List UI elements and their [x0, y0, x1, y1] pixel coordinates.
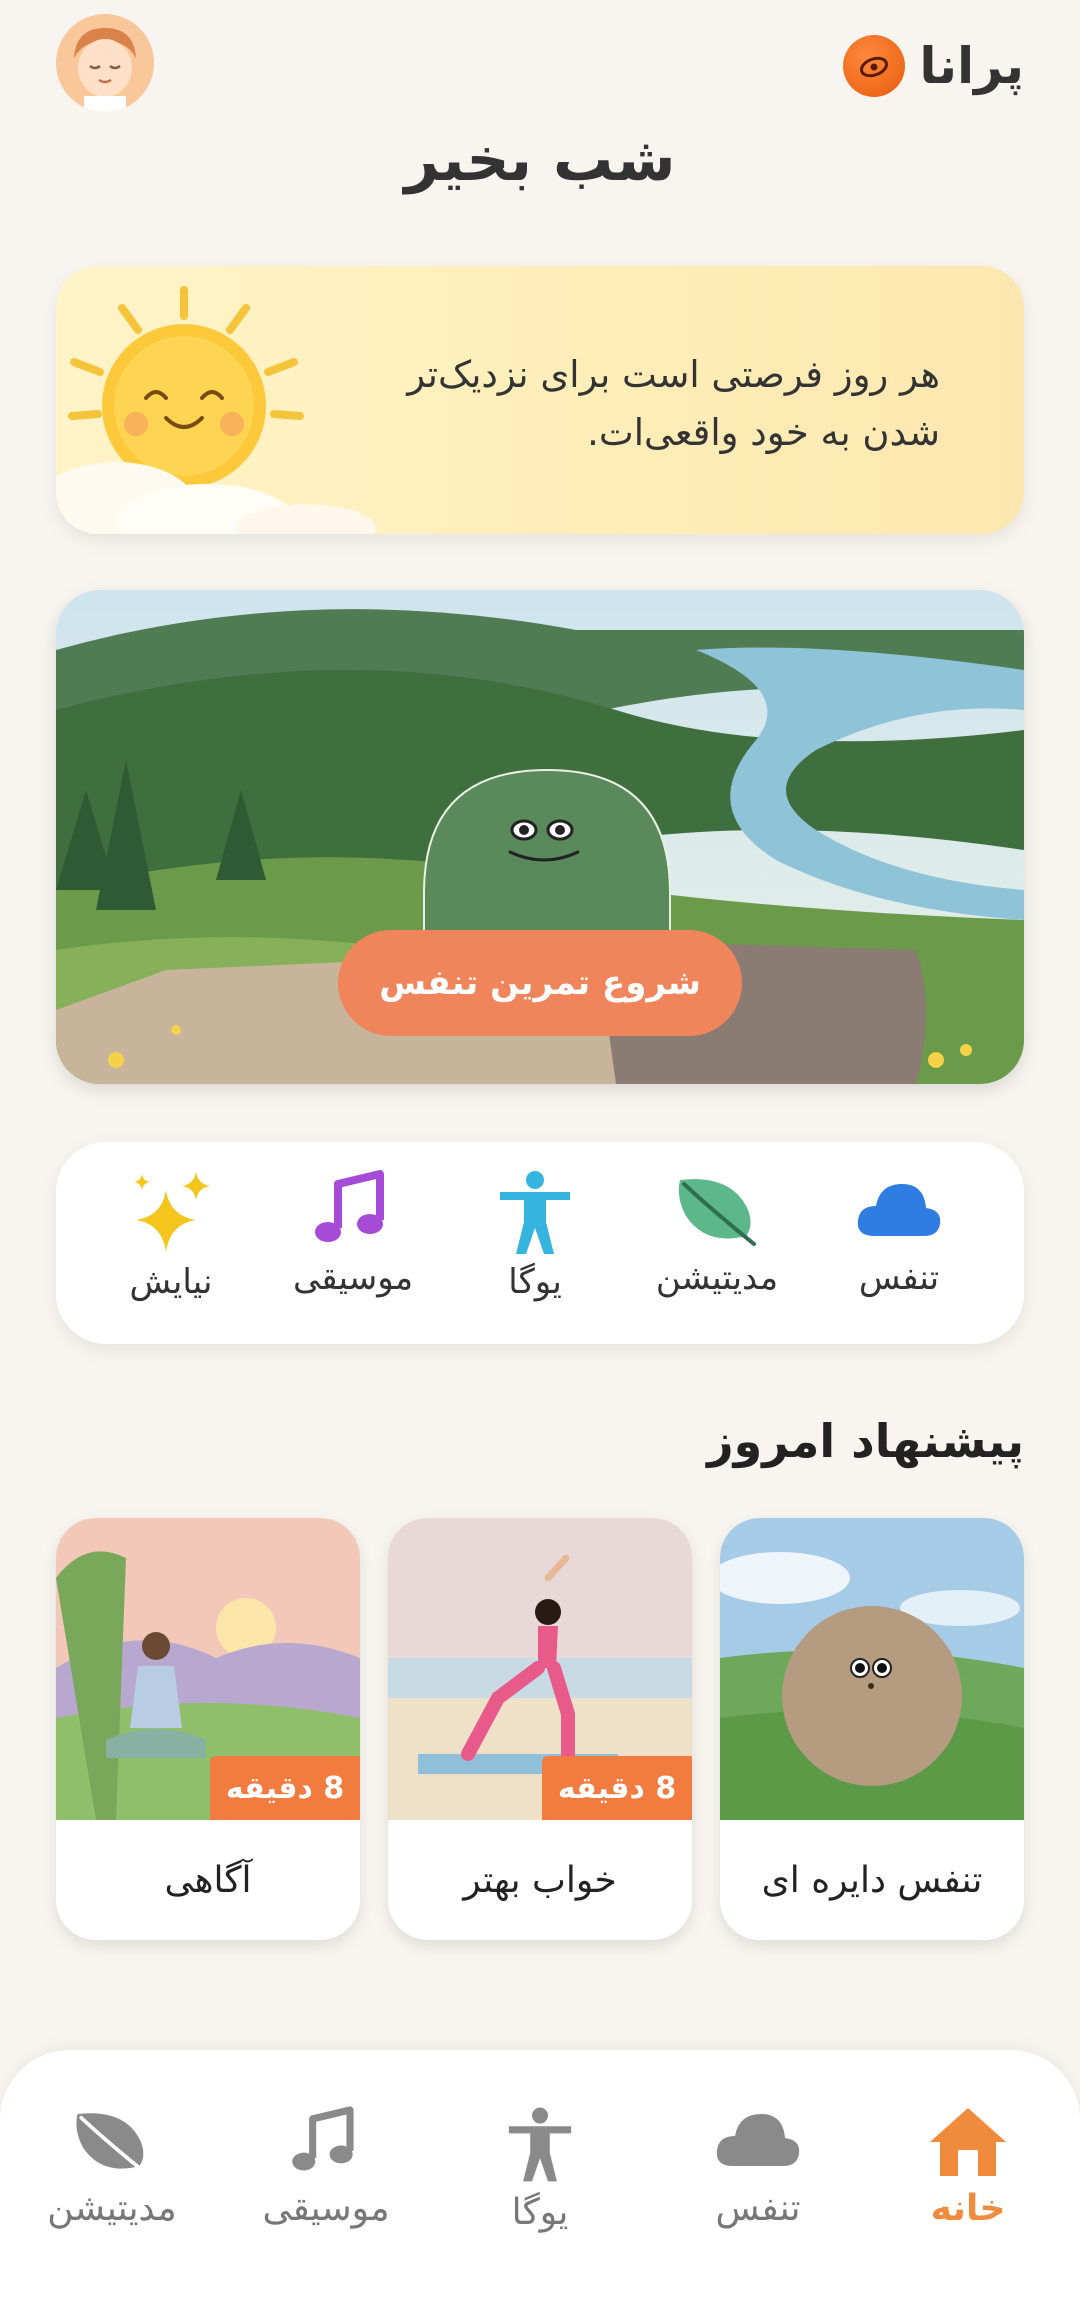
category-label: نیایش [129, 1262, 213, 1302]
nav-yoga[interactable]: یوگا [440, 2104, 640, 2233]
card-title: آگاهی [164, 1859, 252, 1901]
category-music[interactable]: موسیقی [268, 1170, 438, 1298]
category-yoga[interactable]: یوگا [450, 1170, 620, 1302]
home-icon [930, 2108, 1006, 2176]
card-title: تنفس دایره ای [761, 1859, 983, 1901]
nav-label: موسیقی [262, 2188, 390, 2229]
nav-music[interactable]: موسیقی [226, 2104, 426, 2229]
nav-meditation[interactable]: مدیتیشن [12, 2104, 212, 2229]
profile-avatar[interactable] [56, 14, 154, 112]
category-label: یوگا [508, 1262, 562, 1302]
start-breathing-button[interactable]: شروع تمرین تنفس [338, 930, 742, 1036]
greeting-title: شب بخیر [404, 125, 676, 195]
person-icon [500, 1171, 570, 1254]
music-note-icon [292, 2106, 354, 2171]
nav-home[interactable]: خانه [868, 2104, 1068, 2229]
nav-breathing[interactable]: تنفس [658, 2104, 858, 2229]
suggestion-card-better-sleep[interactable]: 8 دقیقه خواب بهتر [388, 1518, 692, 1940]
person-icon [508, 2107, 572, 2182]
sparkles-icon [134, 1172, 210, 1252]
section-title-suggestions: پیشنهاد امروز [707, 1414, 1024, 1468]
app-brand: پرانا [843, 28, 1024, 104]
suggestion-card-circle-breathing[interactable]: تنفس دایره ای [720, 1518, 1024, 1940]
suggestion-card-awareness[interactable]: 8 دقیقه آگاهی [56, 1518, 360, 1940]
nav-label: خانه [930, 2188, 1006, 2229]
bottom-navigation: خانه تنفس یوگا موسیقی مدیتیشن [0, 2050, 1080, 2322]
green-blob-character [423, 768, 671, 948]
avatar-face-icon [56, 14, 154, 112]
nav-label: مدیتیشن [47, 2188, 177, 2229]
ball-character-illustration [720, 1518, 1024, 1820]
duration-badge: 8 دقیقه [210, 1756, 360, 1820]
nav-label: تنفس [715, 2188, 801, 2229]
nav-label: یوگا [511, 2192, 569, 2233]
music-note-icon [315, 1170, 384, 1242]
cloud-icon [716, 2114, 800, 2166]
category-breathing[interactable]: تنفس [814, 1170, 984, 1298]
daily-quote-card: هر روز فرصتی است برای نزدیک‌تر شدن به خو… [56, 266, 1024, 534]
app-name: پرانا [919, 37, 1024, 95]
quote-line-1: هر روز فرصتی است برای نزدیک‌تر [407, 353, 940, 396]
cloud-icon [857, 1184, 941, 1236]
category-label: تنفس [858, 1258, 940, 1298]
category-meditation[interactable]: مدیتیشن [632, 1170, 802, 1298]
leaf-icon [678, 1179, 756, 1246]
duration-badge: 8 دقیقه [542, 1756, 692, 1820]
card-title: خواب بهتر [463, 1859, 617, 1901]
category-label: مدیتیشن [655, 1258, 779, 1298]
quote-line-2: شدن به خود واقعی‌ات. [587, 411, 940, 454]
leaf-icon [76, 2113, 149, 2176]
quote-text: هر روز فرصتی است برای نزدیک‌تر شدن به خو… [380, 346, 940, 462]
app-logo-icon [843, 35, 906, 97]
category-prayer[interactable]: نیایش [86, 1170, 256, 1302]
category-label: موسیقی [292, 1258, 414, 1298]
category-bar: تنفس مدیتیشن یوگا موسیقی نیایش [56, 1142, 1024, 1344]
